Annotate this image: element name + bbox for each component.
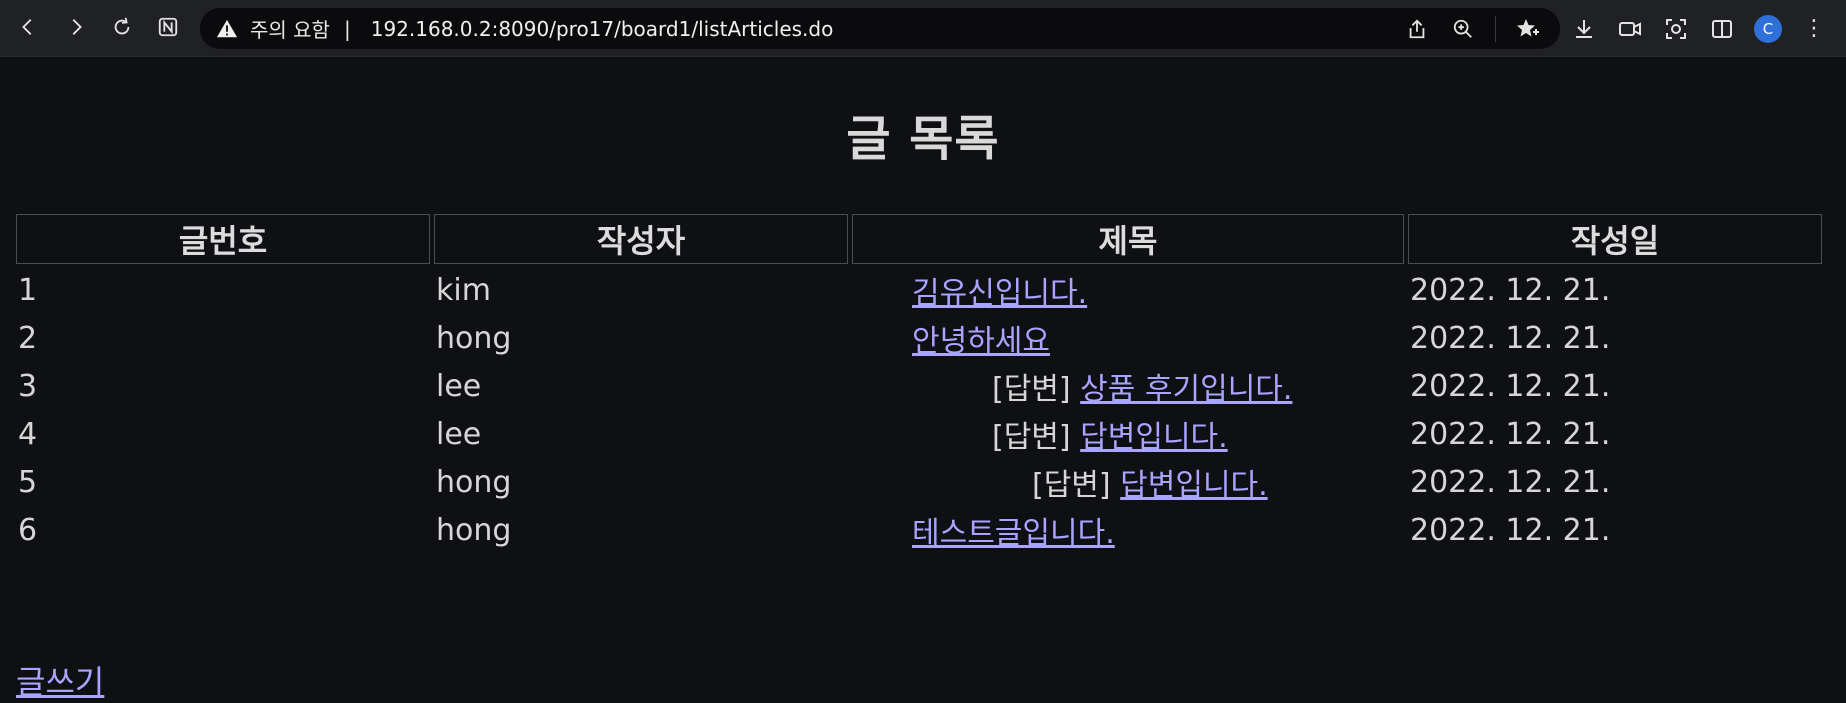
column-header-title: 제목	[852, 214, 1404, 264]
cell-date: 2022. 12. 21.	[1410, 512, 1611, 548]
table-row: 4 lee [답변] 답변입니다. 2022. 12. 21.	[16, 412, 1822, 456]
write-article-link[interactable]: 글쓰기	[16, 657, 104, 703]
favorites-button[interactable]	[1514, 15, 1542, 43]
article-link[interactable]: 상품 후기입니다.	[1080, 372, 1292, 407]
warning-icon	[216, 19, 238, 37]
article-link[interactable]: 테스트글입니다.	[912, 516, 1115, 551]
reply-prefix: [답변]	[992, 372, 1071, 407]
cell-title: [답변] 상품 후기입니다.	[852, 364, 1404, 408]
menu-button[interactable]: ⋮	[1800, 15, 1828, 43]
back-arrow-icon	[22, 19, 32, 35]
back-button[interactable]	[12, 11, 44, 43]
split-view-button[interactable]	[1708, 15, 1736, 43]
table-header-row: 글번호 작성자 제목 작성일	[16, 214, 1822, 264]
cell-title: 김유신입니다.	[852, 268, 1404, 312]
cell-title: [답변] 답변입니다.	[852, 412, 1404, 456]
cell-number: 4	[18, 416, 38, 452]
article-link[interactable]: 안녕하세요	[912, 324, 1050, 359]
security-warning-label[interactable]: 주의 요함	[250, 14, 330, 43]
cell-author: kim	[436, 272, 491, 308]
cell-date: 2022. 12. 21.	[1410, 320, 1611, 356]
cell-number: 5	[18, 464, 38, 500]
zoom-icon	[1453, 19, 1472, 38]
cell-number: 1	[18, 272, 38, 308]
split-screen-icon	[1712, 19, 1732, 38]
more-menu-icon: ⋮	[1803, 15, 1825, 41]
cell-author: lee	[436, 368, 482, 404]
video-camera-icon	[1619, 21, 1641, 36]
cell-number: 6	[18, 512, 38, 548]
url-separator: |	[343, 16, 351, 41]
table-row: 1 kim 김유신입니다. 2022. 12. 21.	[16, 268, 1822, 312]
cell-date: 2022. 12. 21.	[1410, 416, 1611, 452]
cell-author: lee	[436, 416, 482, 452]
article-link[interactable]: 답변입니다.	[1120, 468, 1268, 503]
url-text[interactable]: 192.168.0.2:8090/pro17/board1/listArticl…	[371, 17, 834, 41]
downloads-button[interactable]	[1570, 15, 1598, 43]
cell-date: 2022. 12. 21.	[1410, 368, 1611, 404]
notion-icon	[158, 17, 178, 37]
zoom-button[interactable]	[1449, 15, 1477, 43]
cell-title: [답변] 답변입니다.	[852, 460, 1404, 504]
video-button[interactable]	[1616, 15, 1644, 43]
column-header-author: 작성자	[434, 214, 848, 264]
cell-title: 안녕하세요	[852, 316, 1404, 360]
reply-prefix: [답변]	[992, 420, 1071, 455]
profile-avatar[interactable]: C	[1754, 14, 1782, 43]
notion-extension-button[interactable]	[152, 11, 184, 43]
share-icon	[1409, 18, 1425, 38]
address-bar[interactable]: 주의 요함 | 192.168.0.2:8090/pro17/board1/li…	[200, 8, 1560, 49]
table-row: 3 lee [답변] 상품 후기입니다. 2022. 12. 21.	[16, 364, 1822, 408]
page-content: 글 목록 글번호 작성자 제목 작성일 1 kim 김유신입니다. 2022. …	[0, 57, 1846, 701]
cell-number: 2	[18, 320, 38, 356]
cell-title: 테스트글입니다.	[852, 508, 1404, 552]
reload-button[interactable]	[106, 11, 138, 43]
omnibox-divider	[1495, 15, 1496, 42]
screenshot-icon	[1666, 18, 1686, 39]
forward-button[interactable]	[60, 11, 92, 43]
cell-author: hong	[436, 320, 512, 356]
table-row: 6 hong 테스트글입니다. 2022. 12. 21.	[16, 508, 1822, 552]
column-header-number: 글번호	[16, 214, 430, 264]
download-icon	[1576, 19, 1592, 38]
reply-prefix: [답변]	[1032, 468, 1111, 503]
star-favorites-icon	[1517, 18, 1539, 36]
table-row: 5 hong [답변] 답변입니다. 2022. 12. 21.	[16, 460, 1822, 504]
column-header-date: 작성일	[1408, 214, 1822, 264]
cell-number: 3	[18, 368, 38, 404]
screenshot-button[interactable]	[1662, 15, 1690, 43]
cell-author: hong	[436, 464, 512, 500]
forward-arrow-icon	[72, 19, 82, 35]
articles-table: 글번호 작성자 제목 작성일 1 kim 김유신입니다. 2022. 12. 2…	[12, 210, 1826, 556]
cell-date: 2022. 12. 21.	[1410, 464, 1611, 500]
article-link[interactable]: 김유신입니다.	[912, 276, 1087, 311]
table-row: 2 hong 안녕하세요 2022. 12. 21.	[16, 316, 1822, 360]
page-title: 글 목록	[846, 111, 1000, 167]
reload-icon	[114, 17, 130, 35]
browser-toolbar: 주의 요함 | 192.168.0.2:8090/pro17/board1/li…	[0, 0, 1846, 57]
article-link[interactable]: 답변입니다.	[1080, 420, 1228, 455]
share-button[interactable]	[1403, 15, 1431, 43]
cell-date: 2022. 12. 21.	[1410, 272, 1611, 308]
cell-author: hong	[436, 512, 512, 548]
